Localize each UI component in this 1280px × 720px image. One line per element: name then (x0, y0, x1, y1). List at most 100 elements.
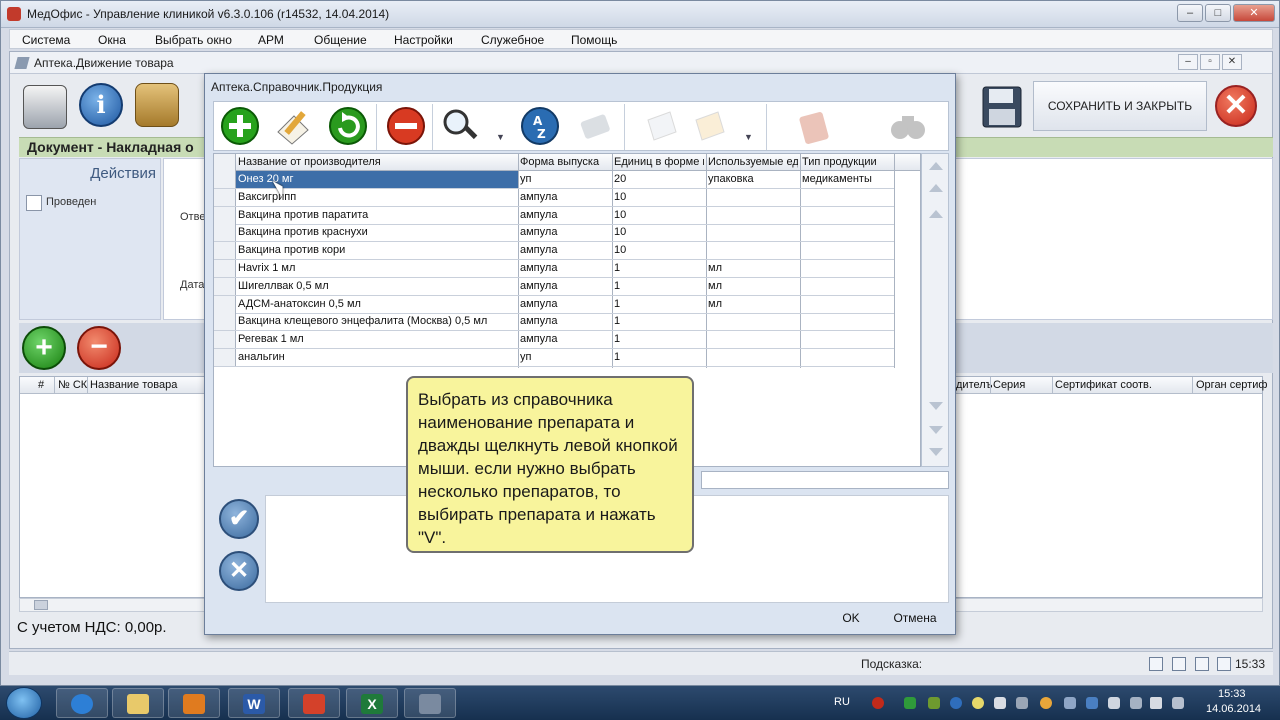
col-product-type[interactable]: Тип продукции (802, 156, 892, 168)
scroll-page-up-icon[interactable] (929, 184, 943, 192)
cell-used-units[interactable] (706, 313, 800, 330)
update-icon[interactable] (904, 697, 916, 709)
cell-units[interactable]: 10 (612, 207, 706, 224)
cell-units[interactable]: 1 (612, 313, 706, 330)
minimize-button[interactable]: – (1177, 4, 1203, 22)
col-sk[interactable]: № СК (58, 379, 87, 391)
ok-button[interactable]: OK (829, 608, 873, 628)
clock-date[interactable]: 14.06.2014 (1206, 703, 1261, 715)
messenger-icon[interactable] (972, 697, 984, 709)
scroll-page-down-icon[interactable] (929, 426, 943, 434)
clock-time[interactable]: 15:33 (1218, 688, 1246, 700)
cell-type[interactable] (800, 242, 894, 259)
volume-icon[interactable] (1150, 697, 1162, 709)
row-indicator[interactable] (214, 349, 236, 366)
menu-arm[interactable]: АРМ (258, 33, 284, 47)
cell-units[interactable]: 10 (612, 189, 706, 206)
col-manufacturer-name[interactable]: Название от производителя (238, 156, 516, 168)
cell-name[interactable]: Вакцина клещевого энцефалита (Москва) 0,… (236, 313, 518, 330)
product-row[interactable]: Шигеллвак 0,5 мл ампула 1 мл (214, 277, 894, 296)
info-icon[interactable]: i (79, 83, 123, 127)
col-series[interactable]: Серия (993, 379, 1025, 391)
inner-close-button[interactable]: ✕ (1222, 54, 1242, 70)
remove-item-icon[interactable]: − (77, 326, 121, 370)
cell-form[interactable]: уп (518, 171, 612, 188)
taskbar-medoffice[interactable] (288, 688, 340, 718)
window-icon[interactable] (1217, 657, 1231, 671)
product-row[interactable]: АДСМ-анатоксин 0,5 мл ампула 1 мл (214, 295, 894, 314)
cell-form[interactable]: ампула (518, 189, 612, 206)
unlock-icon[interactable] (135, 83, 179, 127)
alert-icon[interactable] (872, 697, 884, 709)
cell-form[interactable]: ампула (518, 242, 612, 259)
cell-type[interactable]: медикаменты (800, 171, 894, 188)
menu-system[interactable]: Система (22, 33, 70, 47)
search-dropdown-icon[interactable]: ▼ (496, 132, 505, 142)
maximize-button[interactable]: □ (1205, 4, 1231, 22)
cell-type[interactable] (800, 189, 894, 206)
cell-form[interactable]: ампула (518, 207, 612, 224)
cell-type[interactable] (800, 296, 894, 313)
cell-used-units[interactable] (706, 242, 800, 259)
cell-units[interactable]: 1 (612, 296, 706, 313)
menu-settings[interactable]: Настройки (394, 33, 453, 47)
row-indicator[interactable] (214, 295, 236, 313)
cell-units[interactable]: 1 (612, 278, 706, 295)
cell-used-units[interactable] (706, 207, 800, 224)
display-tray-icon[interactable] (1064, 697, 1076, 709)
close-document-icon[interactable]: ✕ (1215, 85, 1257, 127)
col-release-form[interactable]: Форма выпуска (520, 156, 610, 168)
posted-checkbox[interactable] (26, 195, 42, 211)
cell-used-units[interactable]: упаковка (706, 171, 800, 188)
cell-form[interactable]: ампула (518, 296, 612, 313)
cell-used-units[interactable] (706, 331, 800, 348)
cell-units[interactable]: 10 (612, 224, 706, 241)
col-cert-body[interactable]: Орган сертиф (1196, 379, 1267, 391)
taskbar-excel[interactable]: X (346, 688, 398, 718)
product-row[interactable]: Вакцина против кори ампула 10 (214, 242, 894, 261)
cell-form[interactable]: ампула (518, 331, 612, 348)
start-button[interactable] (6, 687, 42, 719)
cell-type[interactable] (800, 313, 894, 330)
scroll-top-icon[interactable] (929, 162, 943, 170)
network-icon[interactable] (1130, 697, 1142, 709)
menu-help[interactable]: Помощь (571, 33, 617, 47)
cell-units[interactable]: 1 (612, 260, 706, 277)
cell-name[interactable]: Вакцина против краснухи (236, 224, 518, 241)
list-icon[interactable] (1195, 657, 1209, 671)
save-and-close-button[interactable]: СОХРАНИТЬ И ЗАКРЫТЬ (1033, 81, 1207, 131)
cell-type[interactable] (800, 278, 894, 295)
menu-windows[interactable]: Окна (98, 33, 126, 47)
inner-maximize-button[interactable]: ▫ (1200, 54, 1220, 70)
delete-icon[interactable] (386, 106, 426, 146)
product-row[interactable]: Ваксигрипп ампула 10 (214, 188, 894, 207)
skype-icon[interactable] (950, 697, 962, 709)
product-row[interactable]: Онез 20 мг уп 20 упаковка медикаменты (214, 171, 894, 189)
product-row[interactable]: Havrix 1 мл ампула 1 мл (214, 260, 894, 278)
security-tray-icon[interactable] (1040, 697, 1052, 709)
scroll-up-icon[interactable] (929, 210, 943, 218)
cell-name[interactable]: анальгин (236, 349, 518, 366)
cell-type[interactable] (800, 260, 894, 277)
printer-icon[interactable] (23, 85, 67, 129)
menu-service[interactable]: Служебное (481, 33, 544, 47)
row-indicator[interactable] (214, 242, 236, 260)
row-indicator[interactable] (214, 331, 236, 349)
refresh-icon[interactable] (328, 106, 368, 146)
cell-name[interactable]: АДСМ-анатоксин 0,5 мл (236, 296, 518, 313)
cancel-button[interactable]: Отмена (887, 608, 943, 628)
cell-form[interactable]: ампула (518, 278, 612, 295)
col-units-in-form[interactable]: Единиц в форме вы (614, 156, 704, 168)
edit-icon[interactable] (1172, 657, 1186, 671)
product-row[interactable]: анальгин уп 1 (214, 349, 894, 367)
scroll-thumb[interactable] (34, 600, 48, 610)
menu-communication[interactable]: Общение (314, 33, 367, 47)
row-indicator[interactable] (214, 206, 236, 224)
product-row[interactable]: Вакцина против краснухи ампула 10 (214, 224, 894, 243)
row-indicator[interactable] (214, 224, 236, 242)
export-dropdown-icon[interactable]: ▼ (744, 132, 753, 142)
network-tray-icon[interactable] (928, 697, 940, 709)
taskbar-media[interactable] (168, 688, 220, 718)
cell-name[interactable]: Шигеллвак 0,5 мл (236, 278, 518, 295)
col-units-used[interactable]: Используемые еди (708, 156, 798, 168)
